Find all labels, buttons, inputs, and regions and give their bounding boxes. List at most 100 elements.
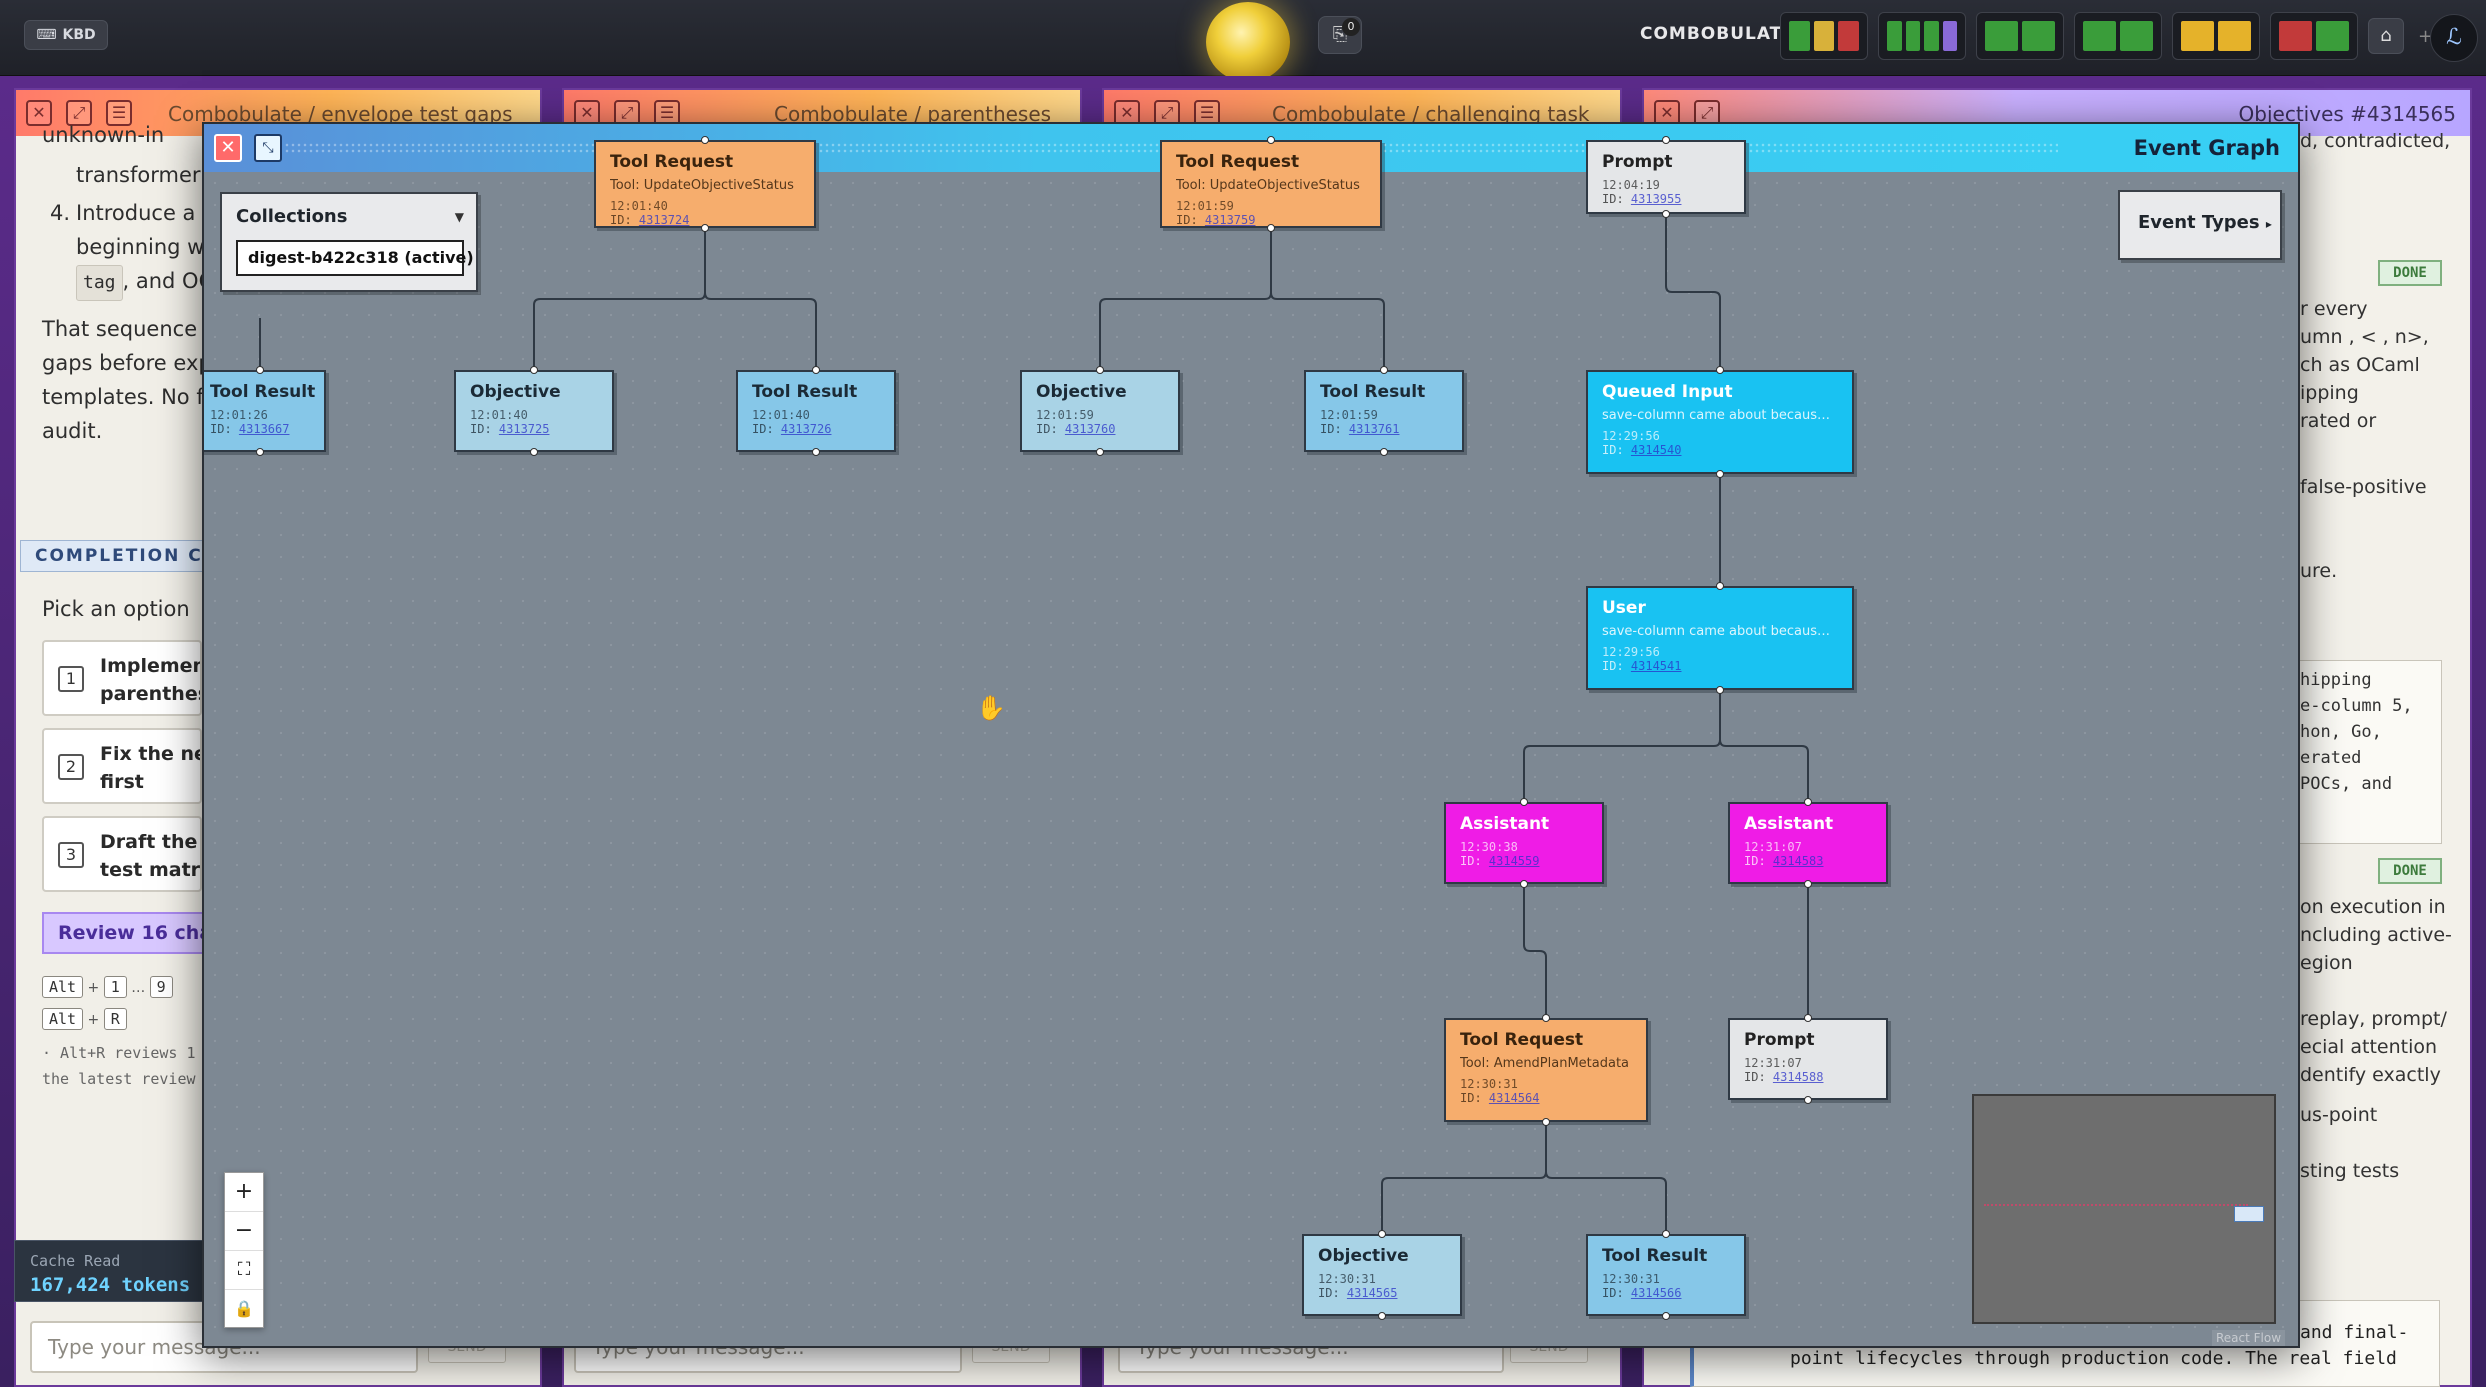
close-icon[interactable]: ✕ [214, 134, 242, 162]
graph-edge [1099, 228, 1272, 370]
node-id-link[interactable]: 4313760 [1065, 422, 1116, 436]
node-id-link[interactable]: 4313759 [1205, 213, 1256, 226]
minimap[interactable] [1972, 1094, 2276, 1324]
node-handle[interactable] [1096, 448, 1104, 456]
node-id-link[interactable]: 4313726 [781, 422, 832, 436]
node-handle[interactable] [1520, 880, 1528, 888]
node-handle[interactable] [1378, 1312, 1386, 1320]
node-handle[interactable] [1096, 366, 1104, 374]
graph-node-result[interactable]: Tool Result 12:01:26 ID: 4313667 [204, 370, 326, 452]
choice-option-3[interactable]: 3 Draft the ptest matrix [42, 816, 202, 892]
graph-node-result[interactable]: Tool Result 12:01:59 ID: 4313761 [1304, 370, 1464, 452]
node-handle[interactable] [1380, 366, 1388, 374]
node-handle[interactable] [812, 448, 820, 456]
keyboard-button[interactable]: ⌨ KBD [24, 20, 108, 50]
react-flow-attribution[interactable]: React Flow [2212, 1330, 2286, 1346]
graph-node-user[interactable]: User save-column came about becaus… 12:29:… [1586, 586, 1854, 690]
layout-split-icon[interactable] [2074, 12, 2162, 60]
home-button[interactable]: ⌂ [2368, 18, 2404, 54]
status-orb-icon[interactable] [1206, 2, 1290, 82]
node-id-link[interactable]: 4313955 [1631, 192, 1682, 206]
node-id-link[interactable]: 4313724 [639, 213, 690, 226]
layout-3col-rgb-icon[interactable] [1780, 12, 1868, 60]
graph-node-request[interactable]: Tool Request Tool: AmendPlanMetadata 12:30… [1444, 1018, 1648, 1122]
node-handle[interactable] [1380, 448, 1388, 456]
node-id-link[interactable]: 4314588 [1773, 1070, 1824, 1084]
layout-2col-yellow-icon[interactable] [2172, 12, 2260, 60]
layout-column [2022, 21, 2055, 51]
node-handle[interactable] [1716, 582, 1724, 590]
node-handle[interactable] [1804, 1014, 1812, 1022]
node-id-link[interactable]: 4313667 [239, 422, 290, 436]
node-handle[interactable] [812, 366, 820, 374]
graph-node-result[interactable]: Tool Result 12:30:31 ID: 4314566 [1586, 1234, 1746, 1316]
node-handle[interactable] [1542, 1014, 1550, 1022]
node-handle[interactable] [1804, 880, 1812, 888]
zoom-in-button[interactable]: + [225, 1173, 263, 1212]
node-id-link[interactable]: 4314566 [1631, 1286, 1682, 1300]
done-badge: DONE [2378, 260, 2442, 286]
node-handle[interactable] [1662, 1230, 1670, 1238]
graph-node-objective[interactable]: Objective 12:30:31 ID: 4314565 [1302, 1234, 1462, 1316]
node-handle[interactable] [1267, 224, 1275, 232]
layout-4col-icon[interactable] [1878, 12, 1966, 60]
graph-canvas[interactable]: Tool Request Tool: UpdateObjectiveStatus 1… [204, 136, 2298, 1346]
node-timestamp: 12:29:56 [1602, 429, 1660, 443]
objective-text-line: ch as OCaml [2300, 354, 2420, 376]
layout-column [2279, 21, 2312, 51]
lock-button[interactable]: 🔒 [225, 1290, 263, 1329]
node-handle[interactable] [1520, 798, 1528, 806]
code-line: hipping [2300, 670, 2372, 690]
node-handle[interactable] [530, 448, 538, 456]
node-handle[interactable] [1662, 210, 1670, 218]
node-id-link[interactable]: 4314540 [1631, 443, 1682, 457]
node-id-link[interactable]: 4313725 [499, 422, 550, 436]
graph-node-assistant[interactable]: Assistant 12:31:07 ID: 4314583 [1728, 802, 1888, 884]
fit-view-button[interactable]: ⛶ [225, 1251, 263, 1290]
choice-option-2[interactable]: 2 Fix the negfirst [42, 728, 202, 804]
node-id-link[interactable]: 4314565 [1347, 1286, 1398, 1300]
layout-2col-icon[interactable] [1976, 12, 2064, 60]
node-handle[interactable] [701, 224, 709, 232]
graph-node-result[interactable]: Tool Result 12:01:40 ID: 4313726 [736, 370, 896, 452]
graph-node-queued[interactable]: Queued Input save-column came about becau… [1586, 370, 1854, 474]
node-handle[interactable] [1267, 136, 1275, 144]
review-changes-button[interactable]: Review 16 changes [42, 912, 212, 954]
minimap-viewport[interactable] [2234, 1206, 2264, 1222]
node-handle[interactable] [1804, 798, 1812, 806]
node-timestamp: 12:01:26 [210, 408, 268, 422]
collapse-icon[interactable]: ⤡ [254, 134, 282, 162]
node-handle[interactable] [256, 366, 264, 374]
node-handle[interactable] [1378, 1230, 1386, 1238]
node-handle[interactable] [1716, 470, 1724, 478]
graph-node-objective[interactable]: Objective 12:01:40 ID: 4313725 [454, 370, 614, 452]
node-handle[interactable] [1716, 686, 1724, 694]
node-handle[interactable] [1542, 1118, 1550, 1126]
graph-node-assistant[interactable]: Assistant 12:30:38 ID: 4314559 [1444, 802, 1604, 884]
collections-select[interactable]: digest-b422c318 (active) [236, 240, 474, 276]
node-handle[interactable] [1716, 366, 1724, 374]
node-handle[interactable] [530, 366, 538, 374]
node-handle[interactable] [1662, 136, 1670, 144]
layout-grid-red-icon[interactable] [2270, 12, 2358, 60]
graph-node-prompt[interactable]: Prompt 12:31:07 ID: 4314588 [1728, 1018, 1888, 1100]
node-id-link[interactable]: 4314559 [1489, 854, 1540, 868]
node-handle[interactable] [701, 136, 709, 144]
objective-text-line: ncluding active- [2300, 924, 2452, 946]
node-handle[interactable] [1662, 1312, 1670, 1320]
graph-node-prompt[interactable]: Prompt 12:04:19 ID: 4313955 [1586, 140, 1746, 214]
node-id-link[interactable]: 4314564 [1489, 1091, 1540, 1105]
chevron-down-icon[interactable]: ▼ [455, 210, 464, 224]
app-logo-icon[interactable]: ℒ [2430, 14, 2478, 62]
event-types-button[interactable]: Event Types ▸ [2118, 190, 2282, 260]
node-id-link[interactable]: 4313761 [1349, 422, 1400, 436]
zoom-out-button[interactable]: − [225, 1212, 263, 1251]
graph-node-request[interactable]: Tool Request Tool: UpdateObjectiveStatus 1… [1160, 140, 1382, 228]
graph-node-objective[interactable]: Objective 12:01:59 ID: 4313760 [1020, 370, 1180, 452]
node-id-link[interactable]: 4314541 [1631, 659, 1682, 673]
graph-node-request[interactable]: Tool Request Tool: UpdateObjectiveStatus 1… [594, 140, 816, 228]
node-handle[interactable] [256, 448, 264, 456]
choice-option-1[interactable]: 1 Implementparenthese [42, 640, 202, 716]
node-handle[interactable] [1804, 1096, 1812, 1104]
node-id-link[interactable]: 4314583 [1773, 854, 1824, 868]
